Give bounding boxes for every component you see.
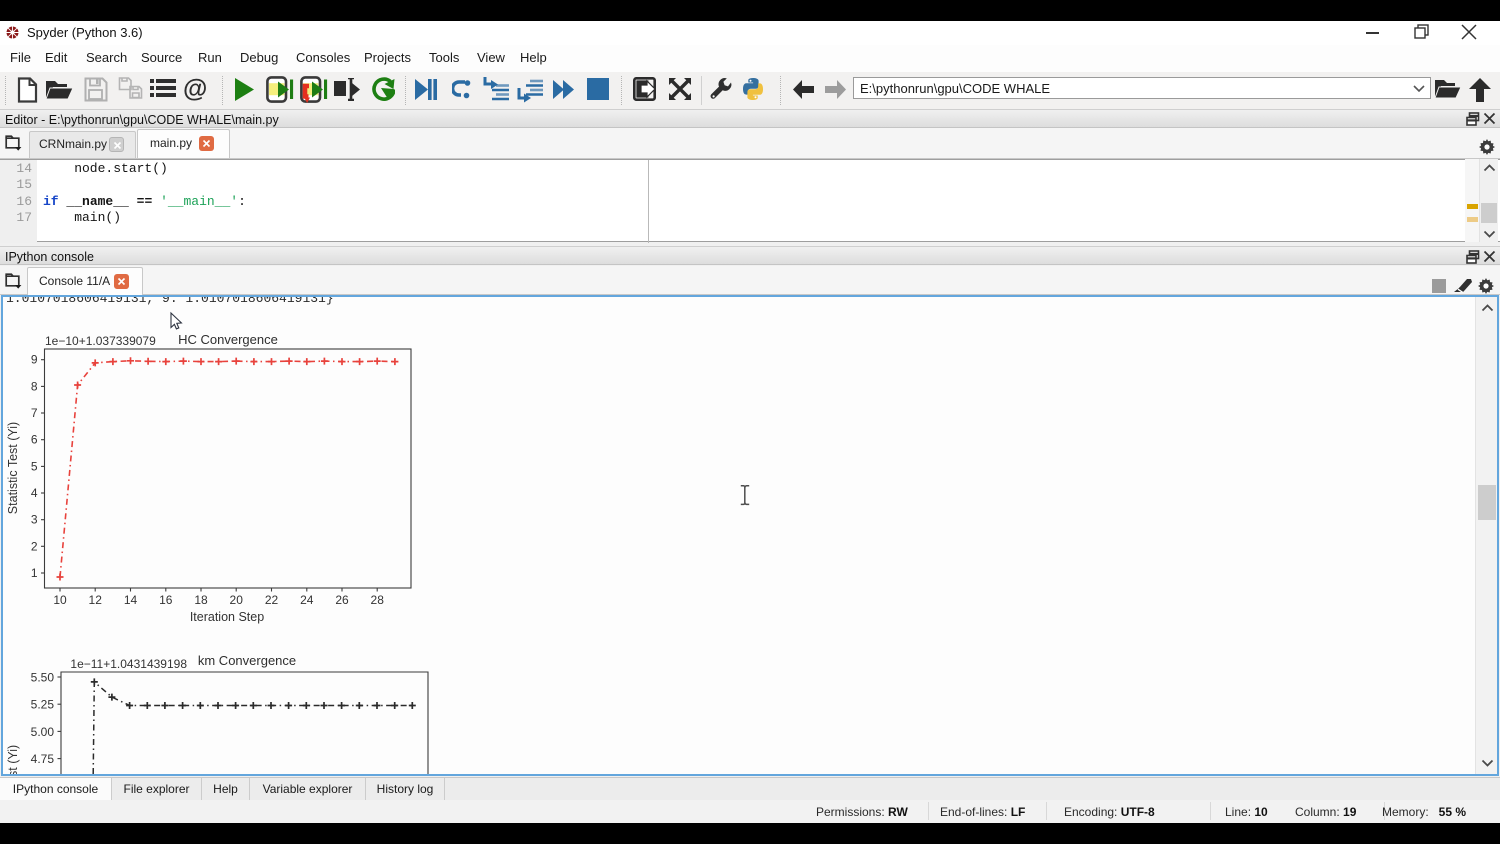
svg-text:2: 2 [31,539,38,553]
svg-text:12: 12 [89,593,103,607]
svg-text:9: 9 [31,353,38,367]
svg-text:7: 7 [31,406,38,420]
svg-text:18: 18 [194,593,208,607]
svg-text:4.75: 4.75 [31,752,55,766]
svg-text:16: 16 [159,593,173,607]
svg-text:26: 26 [335,593,349,607]
svg-text:5.50: 5.50 [31,671,55,685]
svg-text:Iteration Step: Iteration Step [190,610,264,624]
svg-text:HC Convergence: HC Convergence [178,332,278,347]
svg-text:Statistic Test (Yi): Statistic Test (Yi) [6,745,20,774]
svg-text:5.00: 5.00 [31,725,55,739]
svg-text:5: 5 [31,459,38,473]
svg-text:4: 4 [31,486,38,500]
svg-text:6: 6 [31,433,38,447]
svg-text:km Convergence: km Convergence [198,653,296,668]
svg-text:1e−11+1.0431439198: 1e−11+1.0431439198 [70,657,187,671]
svg-text:14: 14 [124,593,138,607]
svg-text:20: 20 [230,593,244,607]
svg-text:22: 22 [265,593,279,607]
svg-text:1: 1 [31,566,38,580]
svg-text:10: 10 [53,593,67,607]
svg-text:8: 8 [31,379,38,393]
svg-text:3: 3 [31,513,38,527]
svg-text:24: 24 [300,593,314,607]
svg-text:Statistic Test (Yi): Statistic Test (Yi) [6,422,20,514]
svg-text:1e−10+1.037339079: 1e−10+1.037339079 [45,334,156,348]
svg-text:28: 28 [371,593,385,607]
svg-text:5.25: 5.25 [31,698,55,712]
